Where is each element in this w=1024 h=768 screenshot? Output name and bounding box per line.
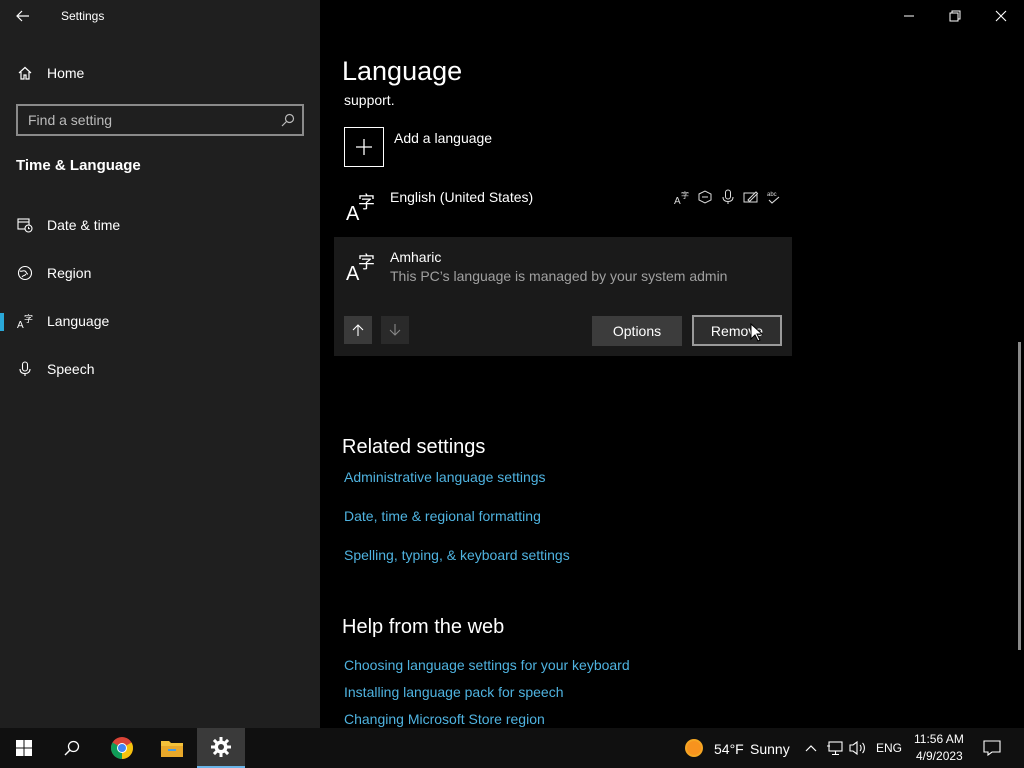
sidebar-item-label: Date & time bbox=[47, 217, 121, 233]
language-icon: A字 bbox=[346, 253, 375, 282]
text-to-speech-icon bbox=[696, 188, 713, 205]
help-web-title: Help from the web bbox=[342, 616, 505, 638]
file-explorer-taskbar-button[interactable] bbox=[148, 728, 196, 768]
plus-icon bbox=[344, 127, 384, 167]
language-managed-note: This PC’s language is managed by your sy… bbox=[390, 268, 728, 284]
svg-text:A: A bbox=[674, 196, 681, 205]
link-keyboard-language[interactable]: Choosing language settings for your keyb… bbox=[344, 657, 630, 673]
related-settings-title: Related settings bbox=[342, 436, 486, 458]
notifications-button[interactable] bbox=[976, 728, 1008, 768]
options-button[interactable]: Options bbox=[592, 316, 682, 346]
minimize-icon bbox=[904, 15, 914, 17]
folder-icon bbox=[161, 741, 183, 757]
restore-button[interactable] bbox=[932, 0, 978, 32]
taskbar: 54°F Sunny ENG 11:56 AM 4/9/2023 bbox=[0, 728, 1024, 768]
arrow-up-icon bbox=[352, 324, 364, 336]
page-title: Language bbox=[342, 56, 463, 86]
add-language-button[interactable]: Add a language bbox=[344, 127, 492, 167]
arrow-down-icon bbox=[389, 324, 401, 336]
speaker-icon bbox=[849, 740, 865, 756]
sidebar-item-date-time[interactable]: Date & time bbox=[0, 205, 320, 245]
sidebar-item-label: Speech bbox=[47, 361, 95, 377]
weather-desc[interactable]: Sunny bbox=[750, 741, 790, 757]
search-icon[interactable] bbox=[274, 113, 302, 127]
sidebar-item-region[interactable]: Region bbox=[0, 253, 320, 293]
svg-text:字: 字 bbox=[358, 193, 375, 213]
svg-text:字: 字 bbox=[24, 313, 33, 325]
language-item-english[interactable]: A字 English (United States) A字 abc bbox=[334, 180, 792, 236]
network-button[interactable] bbox=[824, 728, 846, 768]
clock-date[interactable]: 4/9/2023 bbox=[916, 749, 963, 763]
search-input[interactable] bbox=[18, 112, 274, 128]
section-title: Time & Language bbox=[16, 157, 141, 174]
globe-icon bbox=[17, 265, 33, 281]
svg-text:abc: abc bbox=[767, 192, 777, 198]
close-button[interactable] bbox=[978, 0, 1024, 32]
support-text: support. bbox=[344, 92, 395, 108]
link-store-region[interactable]: Changing Microsoft Store region bbox=[344, 711, 545, 727]
sidebar: Settings Home Time & Language Date & tim… bbox=[0, 0, 320, 728]
clock-time[interactable]: 11:56 AM bbox=[914, 732, 964, 746]
svg-text:A: A bbox=[17, 320, 24, 329]
speech-recognition-icon bbox=[719, 188, 736, 205]
language-item-amharic[interactable]: A字 Amharic This PC’s language is managed… bbox=[334, 237, 792, 356]
search-box[interactable] bbox=[16, 104, 304, 136]
windows-logo-icon bbox=[16, 740, 32, 756]
weather-widget[interactable] bbox=[680, 728, 708, 768]
language-name: Amharic bbox=[390, 249, 442, 265]
sidebar-item-speech[interactable]: Speech bbox=[0, 349, 320, 389]
link-date-time-formatting[interactable]: Date, time & regional formatting bbox=[344, 508, 541, 524]
sidebar-item-language[interactable]: A字 Language bbox=[0, 301, 320, 341]
link-spelling-typing[interactable]: Spelling, typing, & keyboard settings bbox=[344, 547, 570, 563]
back-arrow-icon bbox=[16, 10, 29, 22]
chevron-up-icon bbox=[805, 745, 817, 752]
sun-icon bbox=[685, 739, 703, 757]
selection-indicator bbox=[0, 313, 4, 331]
close-icon bbox=[995, 10, 1007, 22]
network-icon bbox=[827, 741, 843, 756]
input-language[interactable]: ENG bbox=[876, 741, 902, 755]
chrome-taskbar-button[interactable] bbox=[98, 728, 146, 768]
handwriting-icon bbox=[742, 188, 759, 205]
chrome-icon bbox=[111, 737, 133, 759]
language-icon: A字 bbox=[346, 193, 375, 222]
language-icon: A字 bbox=[17, 313, 33, 329]
show-hidden-icons-button[interactable] bbox=[802, 728, 820, 768]
search-icon bbox=[64, 740, 80, 756]
restore-icon bbox=[949, 10, 961, 22]
search-taskbar-button[interactable] bbox=[48, 728, 96, 768]
scrollbar[interactable] bbox=[1018, 342, 1021, 650]
settings-taskbar-button[interactable] bbox=[197, 728, 245, 768]
minimize-button[interactable] bbox=[886, 0, 932, 32]
link-speech-language-pack[interactable]: Installing language pack for speech bbox=[344, 684, 563, 700]
microphone-icon bbox=[17, 361, 33, 377]
remove-button[interactable]: Remove bbox=[692, 315, 782, 346]
sidebar-item-label: Region bbox=[47, 265, 92, 281]
move-down-button[interactable] bbox=[381, 316, 409, 344]
link-admin-language[interactable]: Administrative language settings bbox=[344, 469, 546, 485]
spell-check-icon: abc bbox=[765, 188, 782, 205]
gear-icon bbox=[211, 737, 231, 757]
move-up-button[interactable] bbox=[344, 316, 372, 344]
mouse-cursor-icon bbox=[750, 323, 764, 342]
svg-text:字: 字 bbox=[358, 253, 375, 273]
svg-text:字: 字 bbox=[681, 190, 689, 200]
back-button[interactable] bbox=[0, 0, 46, 32]
sidebar-item-label: Language bbox=[47, 313, 110, 329]
language-features: A字 abc bbox=[673, 188, 782, 205]
calendar-clock-icon bbox=[17, 217, 33, 233]
weather-temp[interactable]: 54°F bbox=[714, 741, 744, 757]
nav-home[interactable]: Home bbox=[0, 57, 320, 89]
language-name: English (United States) bbox=[390, 189, 534, 205]
home-icon bbox=[17, 65, 33, 81]
app-title: Settings bbox=[61, 9, 105, 23]
home-label: Home bbox=[47, 65, 85, 81]
add-language-label: Add a language bbox=[394, 130, 493, 146]
start-button[interactable] bbox=[0, 728, 48, 768]
notification-icon bbox=[983, 740, 1001, 756]
title-bar: Settings bbox=[0, 0, 320, 32]
volume-button[interactable] bbox=[847, 728, 869, 768]
display-language-icon: A字 bbox=[673, 188, 690, 205]
